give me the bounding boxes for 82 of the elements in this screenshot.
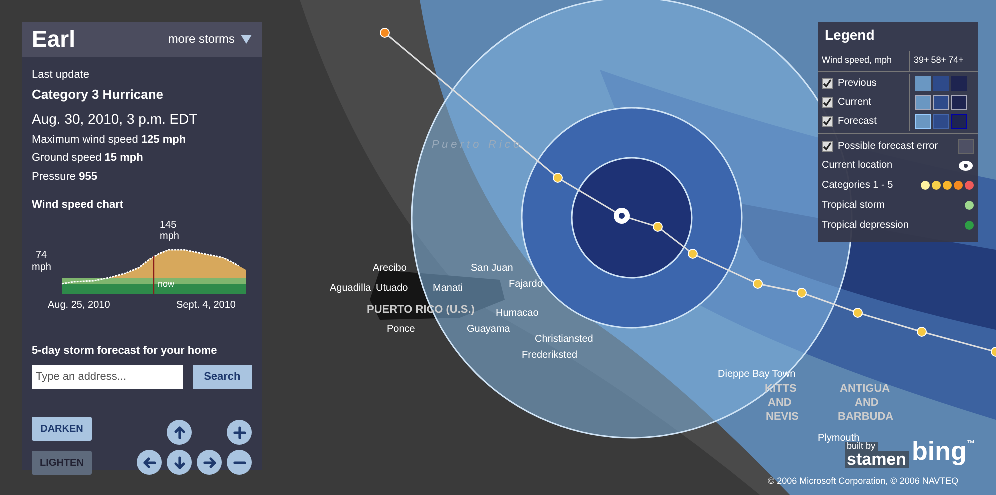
legend-row-label: Forecast (838, 114, 877, 128)
storm-stat: Pressure 955 (32, 170, 98, 184)
legend-row-label: Current (838, 96, 872, 110)
down-arrow-icon (172, 456, 186, 470)
legend-row-label: Current location (822, 159, 893, 173)
right-arrow-icon (202, 456, 216, 470)
checkbox[interactable] (822, 140, 833, 152)
map-label: San Juan (471, 264, 514, 274)
threshold-label: 74+ (948, 54, 964, 67)
map-label: AND (855, 398, 879, 409)
zoom-in-button[interactable] (227, 420, 252, 445)
down-arrow-button[interactable] (167, 450, 192, 475)
search-button[interactable]: Search (192, 365, 252, 389)
map-label: Aguadilla (330, 284, 372, 294)
checkbox[interactable] (822, 116, 833, 126)
map-label: Plymouth (818, 434, 860, 444)
legend-row-label: Tropical depression (822, 219, 909, 233)
legend-row-label: Categories 1 - 5 (822, 179, 894, 193)
map-label: Utuado (376, 284, 408, 294)
chart-start-unit: mph (32, 260, 52, 274)
wind-swatch (915, 114, 931, 128)
chart-start-date: Aug. 25, 2010 (48, 298, 110, 312)
map-label: Frederiksted (522, 351, 578, 361)
right-arrow-button[interactable] (197, 450, 222, 475)
trademark-mark: ™ (966, 438, 975, 450)
checkbox[interactable] (822, 78, 833, 88)
map-label: AND (768, 398, 792, 409)
chart-peak-unit: mph (160, 230, 180, 244)
wind-swatch (933, 114, 949, 128)
forecast-title: 5-day storm forecast for your home (32, 344, 218, 358)
up-arrow-button[interactable] (167, 420, 192, 445)
chart-end-date: Sept. 4, 2010 (176, 298, 236, 312)
map-label: NEVIS (766, 412, 800, 423)
hurricane-icon (958, 160, 974, 172)
legend-row-label: Possible forecast error (838, 140, 938, 154)
wind-swatch (915, 94, 931, 110)
stamen-logo: stamen (845, 451, 909, 468)
map-label: Ponce (387, 325, 416, 335)
zoom-out-button[interactable] (227, 450, 252, 475)
checkbox[interactable] (822, 96, 833, 108)
legend-title: Legend (825, 27, 875, 43)
built-by-label: built by (845, 442, 878, 451)
bing-logo: bing (912, 438, 967, 464)
copyright-text: © 2006 Microsoft Corporation, © 2006 NAVTEQ (768, 475, 959, 488)
wind-swatch (933, 94, 949, 110)
map-label: Arecibo (373, 264, 407, 274)
address-input[interactable]: Type an address... (32, 365, 183, 389)
threshold-label: 58+ (931, 54, 947, 67)
chart-title: Wind speed chart (32, 198, 125, 213)
storm-name: Earl (32, 25, 76, 54)
map-label: Guayama (467, 325, 510, 335)
legend-row-label: Previous (838, 76, 877, 90)
wind-swatch (933, 76, 949, 90)
map-label: ANTIGUA (840, 384, 890, 395)
map-style-button[interactable]: DARKEN (32, 417, 92, 441)
wind-swatch (951, 76, 967, 90)
map-label: Humacao (496, 309, 539, 319)
storm-category: Category 3 Hurricane (32, 86, 164, 104)
chart-now-label: now (158, 280, 175, 288)
left-arrow-button[interactable] (137, 450, 162, 475)
map-label: Fajardo (509, 280, 543, 290)
wind-swatch (951, 94, 967, 110)
map-label: Christiansted (535, 335, 594, 345)
storm-stat: Ground speed 15 mph (32, 151, 144, 166)
up-arrow-icon (172, 426, 186, 440)
wind-speed-header: Wind speed, mph (818, 51, 910, 70)
map-label: BARBUDA (838, 412, 894, 423)
update-date: Aug. 30, 2010, 3 p.m. EDT (32, 110, 199, 129)
more-storms-dropdown[interactable]: more storms (168, 30, 252, 48)
error-swatch (958, 138, 974, 154)
triangle-icon (241, 34, 252, 44)
left-arrow-icon (142, 456, 156, 470)
storm-stat: Maximum wind speed 125 mph (32, 132, 188, 148)
last-update-label: Last update (32, 68, 90, 82)
wind-swatch (915, 76, 931, 90)
zoom-in-icon (232, 426, 246, 440)
map-label: Manati (433, 284, 464, 294)
chart-start-value: 74 (36, 248, 48, 262)
threshold-label: 39+ (914, 54, 930, 67)
legend-row-label: Tropical storm (822, 199, 885, 213)
chart-peak-value: 145 (160, 218, 177, 232)
wind-swatch (951, 114, 967, 128)
